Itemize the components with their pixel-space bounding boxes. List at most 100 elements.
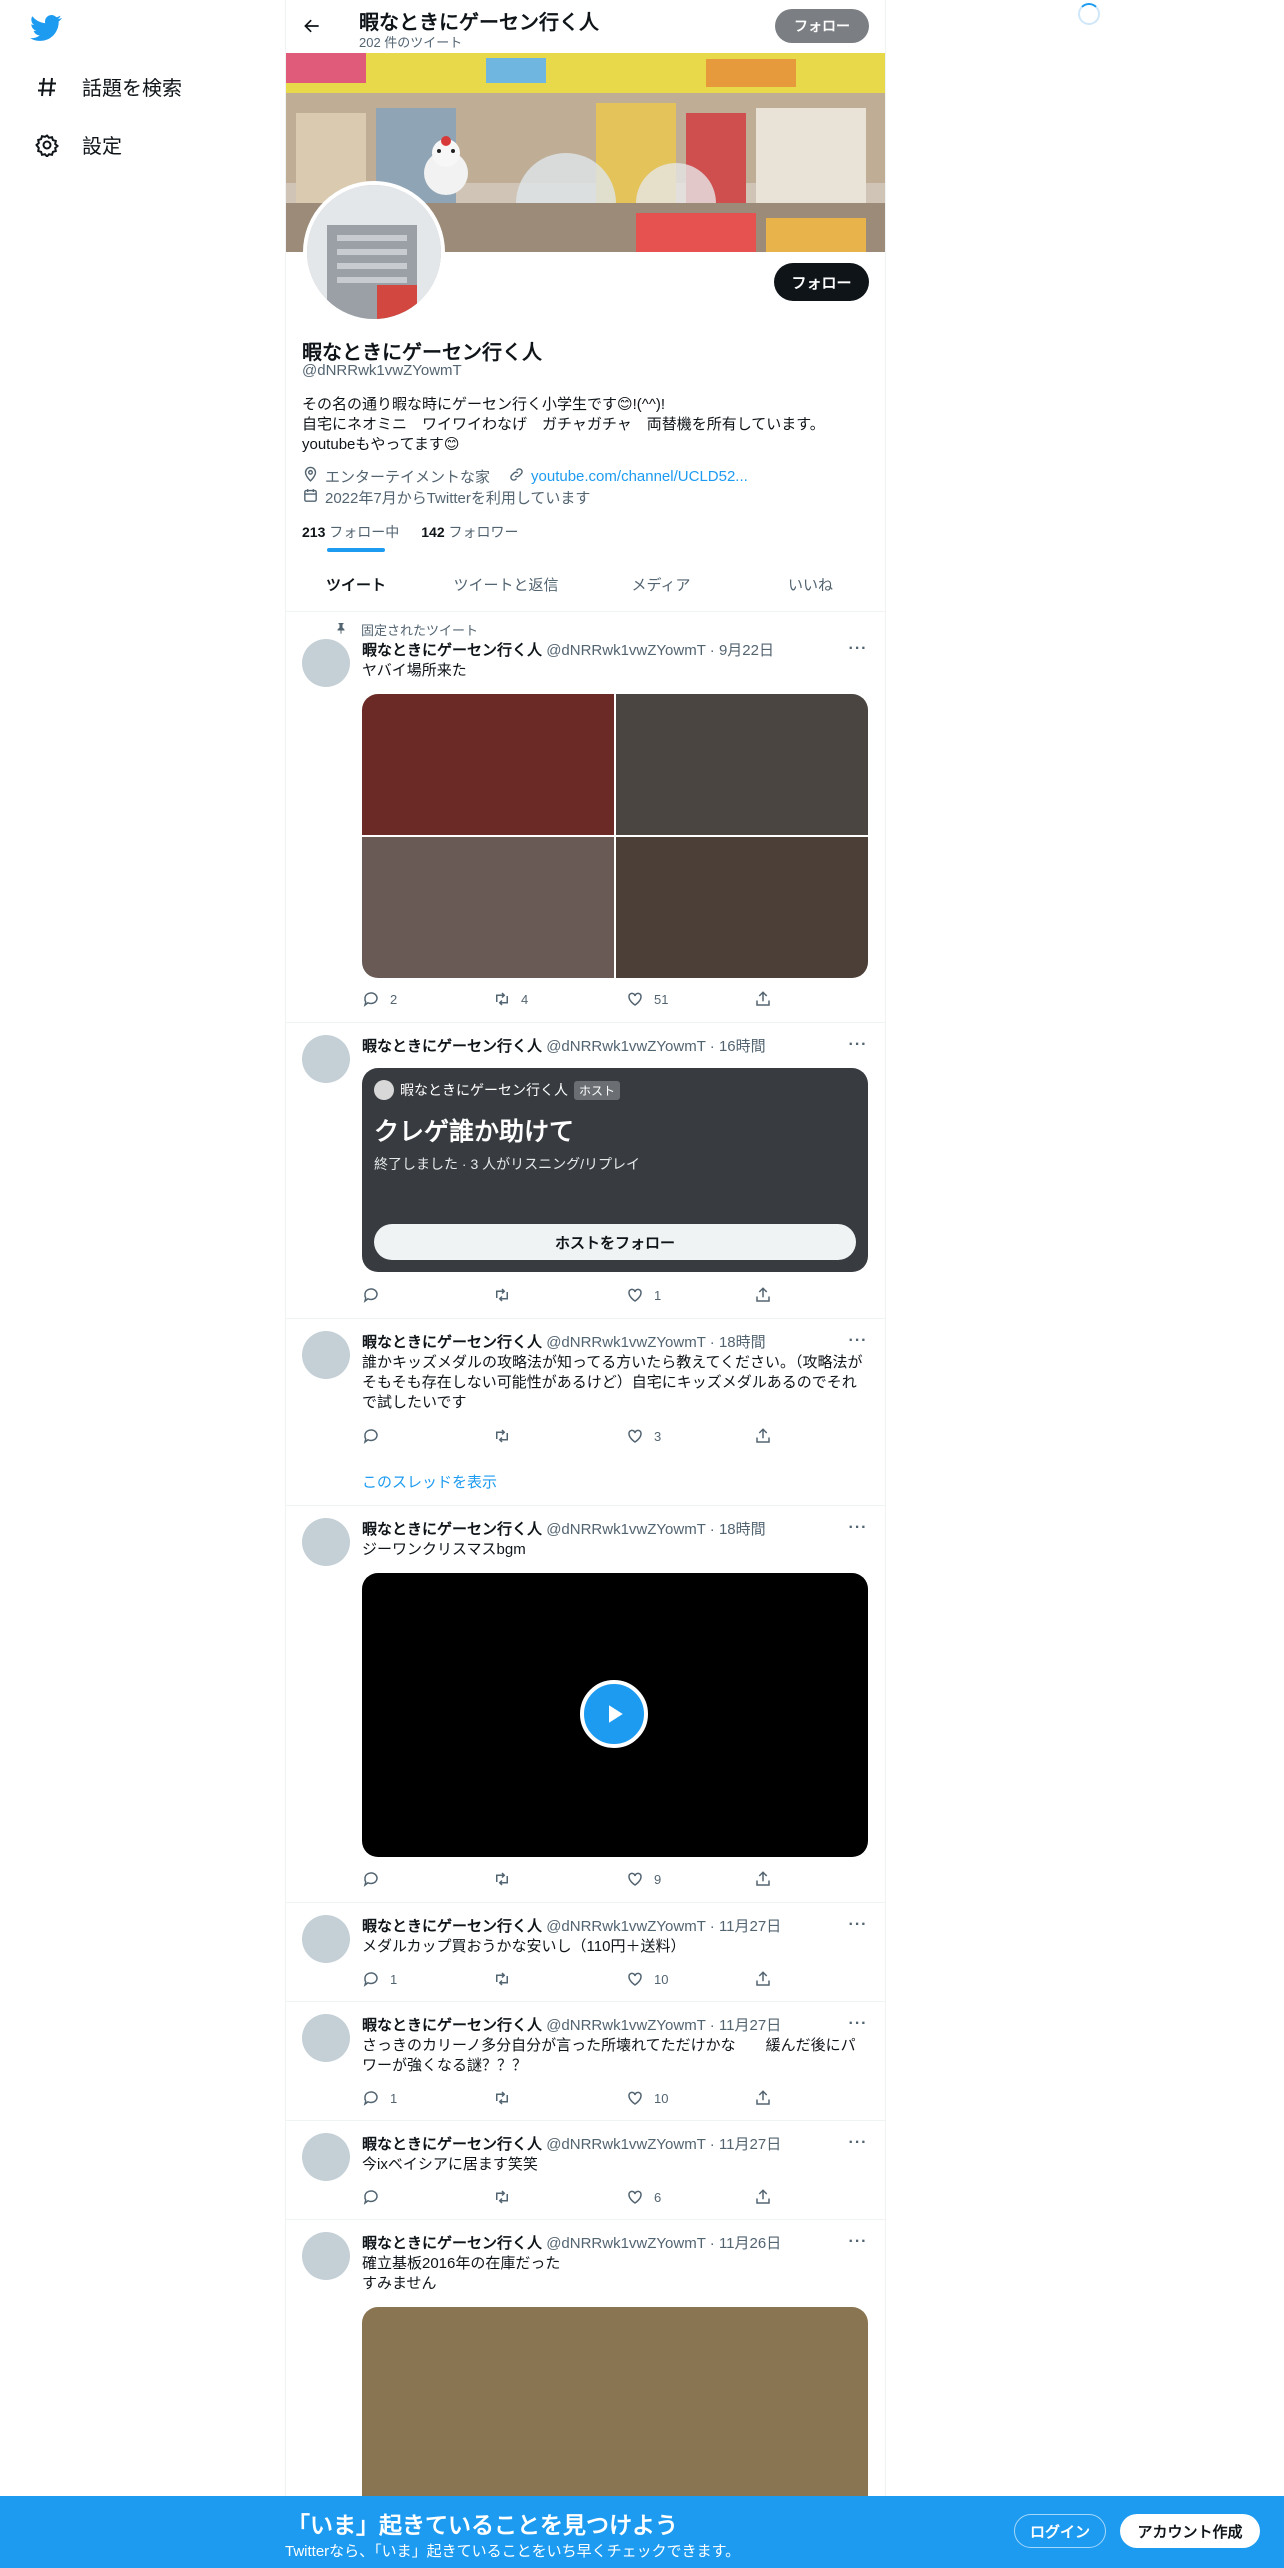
reply-button[interactable]	[362, 1870, 390, 1888]
like-button[interactable]: 3	[626, 1427, 661, 1445]
media-photo[interactable]	[362, 694, 614, 835]
reply-button[interactable]	[362, 1286, 390, 1304]
like-button[interactable]: 1	[626, 1286, 661, 1304]
avatar[interactable]	[302, 1518, 350, 1566]
share-icon	[756, 991, 770, 1006]
media-photo[interactable]	[362, 837, 614, 978]
tweet-author-name[interactable]: 暇なときにゲーセン行く人	[362, 1334, 542, 1351]
tweet-author-name[interactable]: 暇なときにゲーセン行く人	[362, 1521, 542, 1538]
tab-tweets-and-replies[interactable]: ツイートと返信	[426, 558, 586, 611]
back-arrow-icon[interactable]	[300, 14, 324, 38]
tweet-card[interactable]: 暇なときにゲーセン行く人 @dNRRwk1vwZYowmT · 11月27日 ·…	[286, 2002, 885, 2121]
reply-button[interactable]: 2	[362, 990, 397, 1008]
avatar[interactable]	[302, 1035, 350, 1083]
avatar[interactable]	[302, 1915, 350, 1963]
tab-tweets[interactable]: ツイート	[286, 558, 426, 611]
tab-likes[interactable]: いいね	[736, 558, 885, 611]
reply-button[interactable]	[362, 1427, 390, 1445]
tweet-card[interactable]: 暇なときにゲーセン行く人 @dNRRwk1vwZYowmT · 11月27日 ·…	[286, 1903, 885, 2002]
host-badge: ホスト	[574, 1080, 621, 1100]
tweet-author-name[interactable]: 暇なときにゲーセン行く人	[362, 642, 542, 659]
header-follow-button[interactable]: フォロー	[775, 9, 869, 43]
tweet-meta[interactable]: @dNRRwk1vwZYowmT · 11月27日	[546, 2017, 781, 2034]
media-photo[interactable]	[362, 2307, 868, 2507]
tweet-author-name[interactable]: 暇なときにゲーセン行く人	[362, 2136, 542, 2153]
share-icon	[756, 2189, 770, 2204]
retweet-button[interactable]	[493, 1970, 521, 1988]
more-options-icon[interactable]: ···	[848, 2133, 868, 2153]
like-button[interactable]: 10	[626, 1970, 668, 1988]
avatar[interactable]	[302, 2014, 350, 2062]
tweet-card[interactable]: 暇なときにゲーセン行く人 @dNRRwk1vwZYowmT · 16時間 ···…	[286, 1023, 885, 1319]
followers-link[interactable]: 142 フォロワー	[421, 522, 518, 542]
space-card[interactable]: 暇なときにゲーセン行く人 ホスト クレゲ誰か助けて 終了しました · 3 人がリ…	[362, 1068, 868, 1272]
reply-button[interactable]: 1	[362, 1970, 397, 1988]
tweet-author-name[interactable]: 暇なときにゲーセン行く人	[362, 2017, 542, 2034]
show-thread-link[interactable]: このスレッドを表示	[362, 1471, 497, 1492]
video-player[interactable]	[362, 1573, 868, 1857]
like-button[interactable]: 9	[626, 1870, 661, 1888]
tweet-meta[interactable]: @dNRRwk1vwZYowmT · 16時間	[546, 1038, 765, 1055]
tweet-card[interactable]: 暇なときにゲーセン行く人 @dNRRwk1vwZYowmT · 11月27日 ·…	[286, 2121, 885, 2220]
more-options-icon[interactable]: ···	[848, 1035, 868, 1055]
retweet-button[interactable]	[493, 1286, 521, 1304]
tweet-card[interactable]: 固定されたツイート 暇なときにゲーセン行く人 @dNRRwk1vwZYowmT …	[286, 612, 885, 1023]
share-button[interactable]	[754, 1286, 772, 1304]
reply-button[interactable]	[362, 2188, 390, 2206]
more-options-icon[interactable]: ···	[848, 639, 868, 659]
tweet-media-grid[interactable]	[362, 694, 868, 978]
like-button[interactable]: 6	[626, 2188, 661, 2206]
retweet-button[interactable]	[493, 2188, 521, 2206]
follow-host-button[interactable]: ホストをフォロー	[374, 1224, 856, 1260]
share-icon	[756, 1871, 770, 1886]
avatar[interactable]	[302, 639, 350, 687]
tweet-meta[interactable]: @dNRRwk1vwZYowmT · 11月27日	[546, 2136, 781, 2153]
twitter-logo-icon[interactable]	[30, 12, 70, 44]
tweet-author-name[interactable]: 暇なときにゲーセン行く人	[362, 1038, 542, 1055]
share-button[interactable]	[754, 1870, 772, 1888]
retweet-button[interactable]: 4	[493, 990, 528, 1008]
tab-media[interactable]: メディア	[586, 558, 736, 611]
tweet-meta[interactable]: @dNRRwk1vwZYowmT · 11月26日	[546, 2235, 781, 2252]
like-button[interactable]: 51	[626, 990, 668, 1008]
avatar[interactable]	[302, 1331, 350, 1379]
more-options-icon[interactable]: ···	[848, 1331, 868, 1351]
following-link[interactable]: 213 フォロー中	[302, 522, 399, 542]
more-options-icon[interactable]: ···	[848, 2232, 868, 2252]
tweet-meta[interactable]: @dNRRwk1vwZYowmT · 9月22日	[546, 642, 774, 659]
play-icon[interactable]	[580, 1680, 648, 1748]
retweet-button[interactable]	[493, 2089, 521, 2107]
tweet-author-name[interactable]: 暇なときにゲーセン行く人	[362, 1918, 542, 1935]
retweet-button[interactable]	[493, 1870, 521, 1888]
login-button[interactable]: ログイン	[1014, 2514, 1106, 2548]
tweet-meta[interactable]: @dNRRwk1vwZYowmT · 18時間	[546, 1521, 765, 1538]
profile-follow-button[interactable]: フォロー	[774, 263, 869, 301]
share-button[interactable]	[754, 1427, 772, 1445]
share-button[interactable]	[754, 2089, 772, 2107]
more-options-icon[interactable]: ···	[848, 2014, 868, 2034]
more-options-icon[interactable]: ···	[848, 1915, 868, 1935]
profile-avatar[interactable]	[303, 181, 445, 323]
share-button[interactable]	[754, 2188, 772, 2206]
tweet-card[interactable]: 暇なときにゲーセン行く人 @dNRRwk1vwZYowmT · 18時間 ···…	[286, 1319, 885, 1506]
avatar[interactable]	[302, 2133, 350, 2181]
profile-url[interactable]: youtube.com/channel/UCLD52...	[531, 468, 748, 485]
retweet-icon	[496, 1429, 508, 1443]
tweet-author-name[interactable]: 暇なときにゲーセン行く人	[362, 2235, 542, 2252]
avatar[interactable]	[302, 2232, 350, 2280]
share-button[interactable]	[754, 1970, 772, 1988]
tweet-meta[interactable]: @dNRRwk1vwZYowmT · 11月27日	[546, 1918, 781, 1935]
media-photo[interactable]	[616, 694, 868, 835]
like-button[interactable]: 10	[626, 2089, 668, 2107]
nav-settings[interactable]: 設定	[34, 130, 122, 159]
share-button[interactable]	[754, 990, 772, 1008]
retweet-button[interactable]	[493, 1427, 521, 1445]
media-photo[interactable]	[616, 837, 868, 978]
reply-button[interactable]: 1	[362, 2089, 397, 2107]
nav-explore[interactable]: 話題を検索	[34, 72, 182, 101]
more-options-icon[interactable]: ···	[848, 1518, 868, 1538]
signup-button[interactable]: アカウント作成	[1120, 2514, 1260, 2548]
tweet-meta[interactable]: @dNRRwk1vwZYowmT · 18時間	[546, 1334, 765, 1351]
heart-icon	[628, 2091, 642, 2105]
tweet-card[interactable]: 暇なときにゲーセン行く人 @dNRRwk1vwZYowmT · 18時間 ···…	[286, 1506, 885, 1903]
